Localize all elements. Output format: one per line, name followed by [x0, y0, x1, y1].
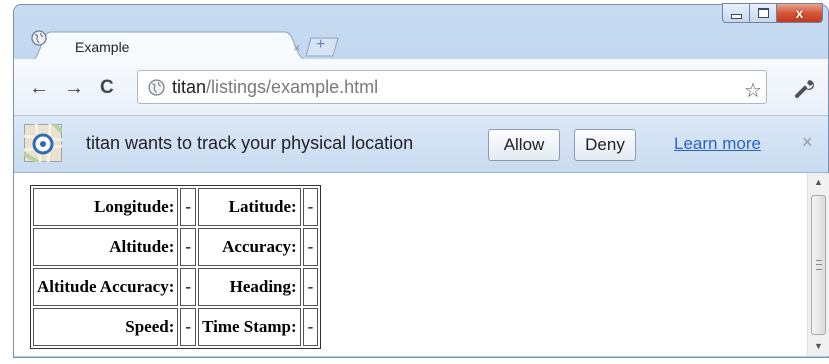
address-bar[interactable]: titan/listings/example.html — [137, 70, 767, 104]
timestamp-label: Time Stamp: — [198, 308, 301, 346]
reload-button[interactable]: C — [100, 77, 114, 99]
accuracy-value: - — [302, 228, 319, 266]
speed-label: Speed: — [33, 308, 179, 346]
table-row: Speed: - Time Stamp: - — [33, 308, 319, 346]
star-icon[interactable]: ☆ — [744, 78, 762, 103]
maximize-icon — [757, 8, 769, 18]
back-button[interactable]: ← — [29, 77, 49, 100]
wrench-icon[interactable] — [794, 77, 816, 99]
vertical-scrollbar[interactable]: ▲ ▼ — [807, 173, 829, 356]
table-row: Altitude: - Accuracy: - — [33, 228, 319, 266]
tab-title: Example — [75, 39, 130, 55]
accuracy-label: Accuracy: — [198, 228, 301, 266]
globe-icon — [31, 30, 47, 46]
table-row: Altitude Accuracy: - Heading: - — [33, 268, 319, 306]
window-controls: x — [722, 3, 823, 29]
longitude-label: Longitude: — [33, 188, 179, 226]
geolocation-infobar: titan wants to track your physical locat… — [14, 116, 828, 173]
allow-button[interactable]: Allow — [488, 129, 560, 161]
latitude-label: Latitude: — [198, 188, 301, 226]
close-window-button[interactable]: x — [777, 3, 823, 23]
page-content: Longitude: - Latitude: - Altitude: - Acc… — [14, 173, 829, 356]
altitude-accuracy-label: Altitude Accuracy: — [33, 268, 179, 306]
url-text: titan/listings/example.html — [172, 77, 378, 98]
plus-icon: + — [316, 36, 326, 53]
toolbar: ← → C titan/listings/example.html ☆ — [14, 59, 828, 116]
scrollbar-thumb[interactable] — [811, 195, 826, 335]
altitude-value: - — [180, 228, 197, 266]
learn-more-link[interactable]: Learn more — [674, 134, 761, 154]
speed-value: - — [180, 308, 197, 346]
scroll-up-icon[interactable]: ▲ — [814, 177, 823, 187]
timestamp-value: - — [302, 308, 319, 346]
infobar-message: titan wants to track your physical locat… — [86, 133, 414, 153]
scroll-down-icon[interactable]: ▼ — [814, 341, 823, 351]
new-tab-button[interactable]: + — [305, 36, 339, 57]
tab-shape — [31, 31, 307, 60]
geolocation-table: Longitude: - Latitude: - Altitude: - Acc… — [30, 185, 322, 349]
altitude-label: Altitude: — [33, 228, 179, 266]
close-icon: x — [795, 5, 804, 21]
url-host: titan — [172, 77, 207, 97]
latitude-value: - — [302, 188, 319, 226]
deny-button[interactable]: Deny — [574, 129, 636, 161]
grip-icon — [816, 260, 822, 270]
close-infobar-icon[interactable]: × — [802, 132, 813, 153]
minimize-button[interactable] — [722, 3, 750, 23]
longitude-value: - — [180, 188, 197, 226]
tab-close-icon[interactable]: × — [293, 40, 301, 55]
tab-example[interactable]: Example × — [31, 30, 307, 60]
url-path: /listings/example.html — [206, 77, 379, 97]
maximize-button[interactable] — [750, 3, 777, 23]
altitude-accuracy-value: - — [180, 268, 197, 306]
globe-icon — [148, 79, 165, 96]
table-row: Longitude: - Latitude: - — [33, 188, 319, 226]
browser-window: x Example × + ← → C titan/listings/examp… — [13, 3, 829, 358]
location-map-icon — [24, 124, 62, 162]
heading-label: Heading: — [198, 268, 301, 306]
heading-value: - — [302, 268, 319, 306]
forward-button[interactable]: → — [64, 77, 84, 100]
minimize-icon — [730, 13, 742, 19]
